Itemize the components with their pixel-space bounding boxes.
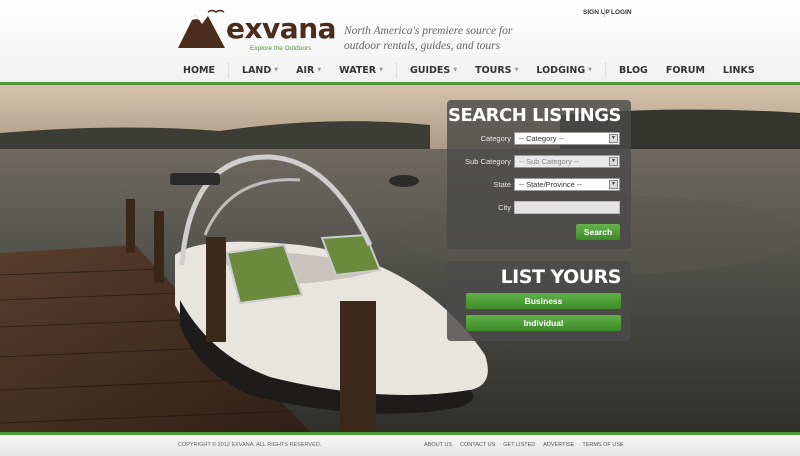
category-select[interactable]: -- Category -- ▼ bbox=[514, 132, 620, 145]
footer-link-get-listed[interactable]: GET LISTED bbox=[503, 442, 535, 448]
nav-forum[interactable]: FORUM bbox=[657, 65, 714, 76]
lake-boat-photo bbox=[0, 85, 800, 432]
chevron-down-icon: ▼ bbox=[588, 67, 593, 73]
state-label: State bbox=[493, 180, 511, 189]
nav-water-label: WATER bbox=[339, 64, 377, 76]
nav-divider bbox=[227, 62, 229, 78]
chevron-down-icon: ▼ bbox=[514, 67, 519, 73]
search-panel: SEARCH LISTINGS Category -- Category -- … bbox=[447, 100, 631, 249]
logo-tagline: Explore the Outdoors bbox=[250, 45, 312, 52]
site-tagline: North America's premiere source for outd… bbox=[344, 25, 513, 52]
nav-guides-label: GUIDES bbox=[409, 64, 451, 76]
footer-link-advertise[interactable]: ADVERTISE bbox=[543, 442, 574, 448]
nav-divider bbox=[395, 62, 397, 78]
signup-link[interactable]: SIGN UP bbox=[583, 9, 610, 16]
city-label: City bbox=[498, 203, 511, 212]
nav-lodging-label: LODGING bbox=[536, 64, 586, 76]
nav-divider bbox=[605, 62, 607, 78]
state-select-value: -- State/Province -- bbox=[519, 180, 582, 189]
nav-links[interactable]: LINKS bbox=[714, 65, 764, 76]
site-footer: COPYRIGHT © 2012 EXVANA. ALL RIGHTS RESE… bbox=[0, 435, 800, 456]
main-nav: HOME LAND ▼ AIR ▼ WATER ▼ GUIDES ▼ TOURS ▼ LO… bbox=[174, 60, 764, 80]
auth-divider bbox=[604, 8, 605, 17]
nav-air-label: AIR bbox=[296, 64, 315, 76]
nav-water[interactable]: WATER ▼ bbox=[330, 65, 392, 76]
state-select[interactable]: -- State/Province -- ▼ bbox=[514, 178, 620, 191]
search-panel-title: SEARCH LISTINGS bbox=[447, 105, 622, 126]
nav-air[interactable]: AIR ▼ bbox=[287, 65, 330, 76]
category-select-value: -- Category -- bbox=[519, 134, 564, 143]
nav-blog[interactable]: BLOG bbox=[610, 65, 657, 76]
logo-wordmark: exvana bbox=[226, 12, 337, 45]
login-link[interactable]: LOGIN bbox=[611, 9, 632, 16]
nav-home-label: HOME bbox=[183, 64, 215, 76]
hero-banner: SEARCH LISTINGS Category -- Category -- … bbox=[0, 85, 800, 432]
list-yours-panel: LIST YOURS Business Individual bbox=[447, 261, 631, 341]
site-header: exvana Explore the Outdoors North Americ… bbox=[0, 0, 800, 84]
nav-land-label: LAND bbox=[241, 64, 272, 76]
nav-land[interactable]: LAND ▼ bbox=[233, 65, 287, 76]
chevron-down-icon: ▼ bbox=[274, 67, 279, 73]
chevron-down-icon: ▼ bbox=[609, 180, 618, 189]
footer-links: ABOUT US CONTACT US GET LISTED ADVERTISE… bbox=[424, 442, 632, 448]
subcategory-select[interactable]: -- Sub Category -- ▼ bbox=[514, 155, 620, 168]
nav-blog-label: BLOG bbox=[619, 64, 648, 76]
chevron-down-icon: ▼ bbox=[379, 67, 383, 73]
nav-links-label: LINKS bbox=[722, 64, 755, 76]
copyright-text: COPYRIGHT © 2012 EXVANA. ALL RIGHTS RESE… bbox=[178, 442, 322, 448]
subcategory-label: Sub Category bbox=[465, 157, 511, 166]
mountain-logo-icon bbox=[178, 9, 225, 48]
chevron-down-icon: ▼ bbox=[609, 134, 618, 143]
business-button[interactable]: Business bbox=[466, 293, 621, 309]
logo[interactable]: exvana Explore the Outdoors bbox=[178, 6, 337, 56]
footer-link-about[interactable]: ABOUT US bbox=[424, 442, 452, 448]
footer-link-terms[interactable]: TERMS OF USE bbox=[582, 442, 623, 448]
chevron-down-icon: ▼ bbox=[453, 67, 458, 73]
search-button[interactable]: Search bbox=[576, 224, 620, 240]
nav-tours-label: TOURS bbox=[475, 64, 512, 76]
chevron-down-icon: ▼ bbox=[609, 157, 618, 166]
individual-button[interactable]: Individual bbox=[466, 315, 621, 331]
nav-lodging[interactable]: LODGING ▼ bbox=[527, 65, 601, 76]
subcategory-select-value: -- Sub Category -- bbox=[519, 157, 580, 166]
nav-guides[interactable]: GUIDES ▼ bbox=[401, 65, 466, 76]
nav-tours[interactable]: TOURS ▼ bbox=[466, 65, 527, 76]
nav-forum-label: FORUM bbox=[665, 64, 705, 76]
list-yours-title: LIST YOURS bbox=[500, 266, 622, 288]
city-input[interactable] bbox=[514, 201, 620, 214]
nav-home[interactable]: HOME bbox=[174, 65, 224, 76]
footer-link-contact[interactable]: CONTACT US bbox=[460, 442, 495, 448]
chevron-down-icon: ▼ bbox=[317, 67, 322, 73]
category-label: Category bbox=[480, 134, 511, 143]
